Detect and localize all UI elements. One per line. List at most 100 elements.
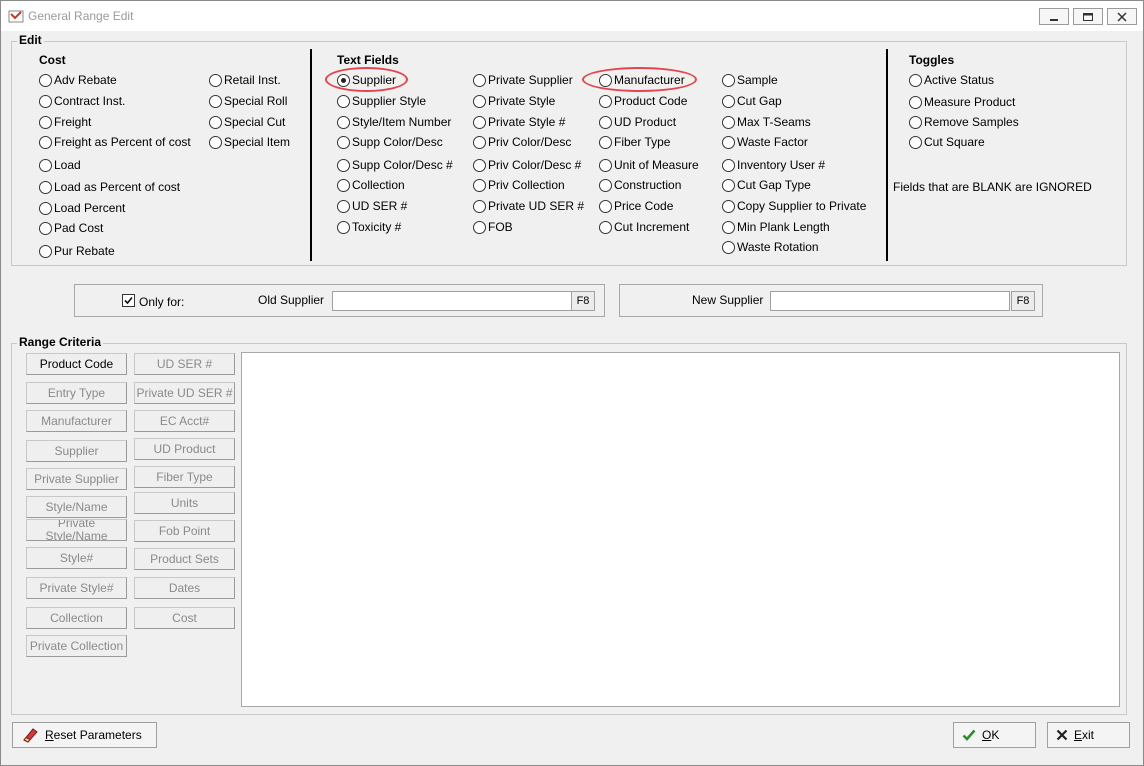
- old-supplier-lookup-button[interactable]: F8: [571, 291, 595, 311]
- range-criteria-legend: Range Criteria: [17, 335, 104, 349]
- radio-waste-rotation[interactable]: Waste Rotation: [722, 239, 819, 255]
- radio-cut-gap[interactable]: Cut Gap: [722, 93, 782, 109]
- criteria-button-private-style-name[interactable]: Private Style/Name: [26, 519, 127, 541]
- radio-waste-factor[interactable]: Waste Factor: [722, 134, 808, 150]
- radio-freight-as-percent-of-cost[interactable]: Freight as Percent of cost: [39, 134, 191, 150]
- criteria-button-units[interactable]: Units: [134, 492, 235, 514]
- radio-private-style[interactable]: Private Style: [473, 93, 555, 109]
- maximize-button[interactable]: [1073, 8, 1103, 25]
- radio-circle: [473, 178, 486, 192]
- minimize-button[interactable]: [1039, 8, 1069, 25]
- radio-measure-product[interactable]: Measure Product: [909, 94, 1015, 110]
- radio-label: Cut Square: [924, 135, 985, 149]
- radio-priv-color-desc[interactable]: Priv Color/Desc: [473, 134, 571, 150]
- radio-label: Construction: [614, 178, 682, 192]
- radio-circle: [722, 240, 735, 254]
- radio-private-style[interactable]: Private Style #: [473, 114, 565, 130]
- checkmark-icon: [124, 296, 133, 305]
- radio-min-plank-length[interactable]: Min Plank Length: [722, 219, 830, 235]
- radio-product-code[interactable]: Product Code: [599, 93, 687, 109]
- radio-pad-cost[interactable]: Pad Cost: [39, 220, 103, 236]
- radio-active-status[interactable]: Active Status: [909, 72, 994, 88]
- x-icon: [1056, 729, 1068, 741]
- radio-toxicity[interactable]: Toxicity #: [337, 219, 401, 235]
- radio-priv-color-desc[interactable]: Priv Color/Desc #: [473, 157, 581, 173]
- radio-private-supplier[interactable]: Private Supplier: [473, 72, 573, 88]
- radio-cut-square[interactable]: Cut Square: [909, 134, 985, 150]
- radio-max-t-seams[interactable]: Max T-Seams: [722, 114, 811, 130]
- ok-button[interactable]: OK: [953, 722, 1036, 748]
- radio-load-as-percent-of-cost[interactable]: Load as Percent of cost: [39, 179, 180, 195]
- only-for-checkbox[interactable]: [122, 294, 135, 307]
- criteria-button-private-ud-ser[interactable]: Private UD SER #: [134, 382, 235, 404]
- criteria-button-manufacturer[interactable]: Manufacturer: [26, 410, 127, 432]
- radio-supplier[interactable]: Supplier: [337, 72, 396, 88]
- reset-parameters-button[interactable]: Reset Parameters: [12, 722, 157, 748]
- new-supplier-lookup-button[interactable]: F8: [1011, 291, 1035, 311]
- criteria-button-entry-type[interactable]: Entry Type: [26, 382, 127, 404]
- radio-ud-ser[interactable]: UD SER #: [337, 198, 407, 214]
- criteria-button-private-collection[interactable]: Private Collection: [26, 635, 127, 657]
- radio-label: Private Supplier: [488, 73, 573, 87]
- radio-private-ud-ser[interactable]: Private UD SER #: [473, 198, 584, 214]
- criteria-button-ud-ser[interactable]: UD SER #: [134, 353, 235, 375]
- criteria-button-ud-product[interactable]: UD Product: [134, 438, 235, 460]
- radio-special-cut[interactable]: Special Cut: [209, 114, 285, 130]
- radio-label: Adv Rebate: [54, 73, 117, 87]
- radio-supp-color-desc[interactable]: Supp Color/Desc: [337, 134, 443, 150]
- exit-button[interactable]: Exit: [1047, 722, 1130, 748]
- criteria-button-fob-point[interactable]: Fob Point: [134, 520, 235, 542]
- criteria-button-private-style[interactable]: Private Style#: [26, 577, 127, 599]
- radio-remove-samples[interactable]: Remove Samples: [909, 114, 1019, 130]
- radio-supplier-style[interactable]: Supplier Style: [337, 93, 426, 109]
- criteria-button-product-code[interactable]: Product Code: [26, 353, 127, 375]
- radio-label: Style/Item Number: [352, 115, 452, 129]
- radio-inventory-user[interactable]: Inventory User #: [722, 157, 825, 173]
- close-button[interactable]: [1107, 8, 1137, 25]
- radio-load[interactable]: Load: [39, 157, 81, 173]
- radio-retail-inst[interactable]: Retail Inst.: [209, 72, 281, 88]
- criteria-button-style[interactable]: Style#: [26, 547, 127, 569]
- radio-collection[interactable]: Collection: [337, 177, 405, 193]
- criteria-button-private-supplier[interactable]: Private Supplier: [26, 468, 127, 490]
- radio-unit-of-measure[interactable]: Unit of Measure: [599, 157, 699, 173]
- radio-load-percent[interactable]: Load Percent: [39, 200, 125, 216]
- radio-priv-collection[interactable]: Priv Collection: [473, 177, 565, 193]
- range-criteria-list[interactable]: [241, 352, 1120, 707]
- radio-circle: [599, 158, 612, 172]
- radio-price-code[interactable]: Price Code: [599, 198, 673, 214]
- radio-fiber-type[interactable]: Fiber Type: [599, 134, 670, 150]
- radio-cut-increment[interactable]: Cut Increment: [599, 219, 689, 235]
- ok-label: OK: [982, 728, 1000, 742]
- criteria-button-product-sets[interactable]: Product Sets: [134, 548, 235, 570]
- radio-supp-color-desc[interactable]: Supp Color/Desc #: [337, 157, 453, 173]
- radio-special-item[interactable]: Special Item: [209, 134, 290, 150]
- radio-pur-rebate[interactable]: Pur Rebate: [39, 243, 115, 259]
- radio-circle: [722, 220, 735, 234]
- new-supplier-input[interactable]: [770, 291, 1010, 311]
- radio-sample[interactable]: Sample: [722, 72, 778, 88]
- radio-construction[interactable]: Construction: [599, 177, 681, 193]
- criteria-button-cost[interactable]: Cost: [134, 607, 235, 629]
- criteria-button-fiber-type[interactable]: Fiber Type: [134, 466, 235, 488]
- criteria-button-dates[interactable]: Dates: [134, 577, 235, 599]
- radio-special-roll[interactable]: Special Roll: [209, 93, 287, 109]
- criteria-button-collection[interactable]: Collection: [26, 607, 127, 629]
- radio-fob[interactable]: FOB: [473, 219, 513, 235]
- radio-contract-inst[interactable]: Contract Inst.: [39, 93, 125, 109]
- radio-ud-product[interactable]: UD Product: [599, 114, 676, 130]
- radio-circle: [209, 135, 222, 149]
- old-supplier-input[interactable]: [332, 291, 572, 311]
- radio-copy-supplier-to-private[interactable]: Copy Supplier to Private: [722, 198, 866, 214]
- radio-adv-rebate[interactable]: Adv Rebate: [39, 72, 117, 88]
- radio-freight[interactable]: Freight: [39, 114, 91, 130]
- radio-manufacturer[interactable]: Manufacturer: [599, 72, 685, 88]
- criteria-button-style-name[interactable]: Style/Name: [26, 496, 127, 518]
- criteria-button-ec-acct[interactable]: EC Acct#: [134, 410, 235, 432]
- radio-label: Pur Rebate: [54, 244, 115, 258]
- radio-label: Private Style: [488, 94, 556, 108]
- radio-cut-gap-type[interactable]: Cut Gap Type: [722, 177, 811, 193]
- criteria-button-supplier[interactable]: Supplier: [26, 440, 127, 462]
- radio-circle: [599, 178, 612, 192]
- radio-style-item-number[interactable]: Style/Item Number: [337, 114, 451, 130]
